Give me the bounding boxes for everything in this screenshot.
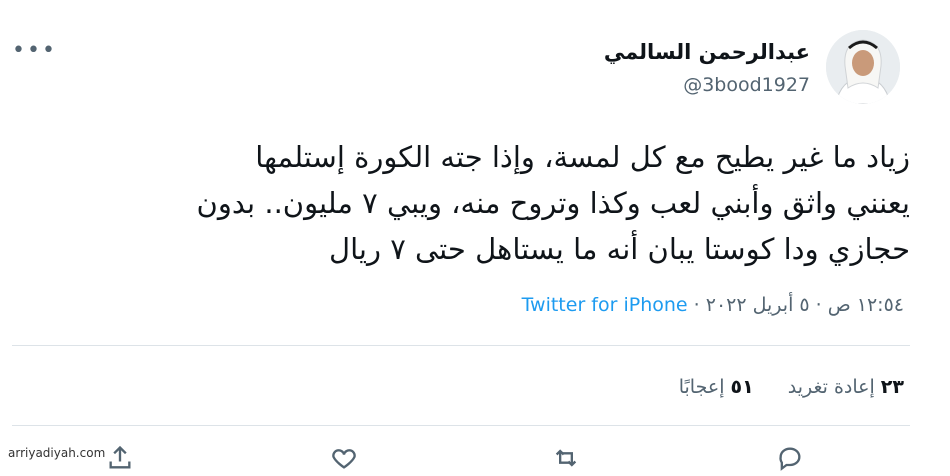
tweet-metadata: ١٢:٥٤ ص · ٥ أبريل ٢٠٢٢ · Twitter for iPh… [522,294,904,316]
heart-icon[interactable] [330,444,358,469]
likes-label: إعجابًا [678,376,725,398]
engagement-stats: ٢٣إعادة تغريد ٥١إعجابًا [651,376,904,398]
tweet-text-line: يعنني واثق وأبني لعب وكذا وتروح منه، ويب… [196,186,910,220]
user-handle[interactable]: @3bood1927 [683,74,810,96]
likes-stat[interactable]: ٥١إعجابًا [679,376,754,398]
meta-separator: · [815,294,822,316]
more-horizontal-icon[interactable]: ••• [12,40,57,62]
retweets-label: إعادة تغريد [787,376,875,398]
user-avatar[interactable] [826,30,900,104]
retweet-icon[interactable] [552,444,580,467]
reply-icon[interactable] [776,444,804,471]
watermark: arriyadiyah.com [8,446,106,460]
divider [12,345,910,346]
tweet-text: زياد ما غير يطيح مع كل لمسة، وإذا جته ال… [30,134,910,272]
tweet-text-line: زياد ما غير يطيح مع كل لمسة، وإذا جته ال… [255,140,910,174]
likes-count: ٥١ [730,376,754,398]
tweet-card: عبدالرحمن السالمي @3bood1927 ••• زياد ما… [0,0,950,471]
tweet-source[interactable]: Twitter for iPhone [522,294,688,316]
retweets-count: ٢٣ [880,376,904,398]
display-name[interactable]: عبدالرحمن السالمي [604,40,810,64]
retweets-stat[interactable]: ٢٣إعادة تغريد [788,376,904,398]
action-bar [0,444,950,471]
tweet-time[interactable]: ١٢:٥٤ ص [828,294,904,316]
meta-separator: · [693,294,700,316]
tweet-date[interactable]: ٥ أبريل ٢٠٢٢ [706,294,810,316]
divider [12,425,910,426]
tweet-text-line: حجازي ودا كوستا يبان أنه ما يستاهل حتى ٧… [329,232,910,266]
share-icon[interactable] [106,444,134,469]
